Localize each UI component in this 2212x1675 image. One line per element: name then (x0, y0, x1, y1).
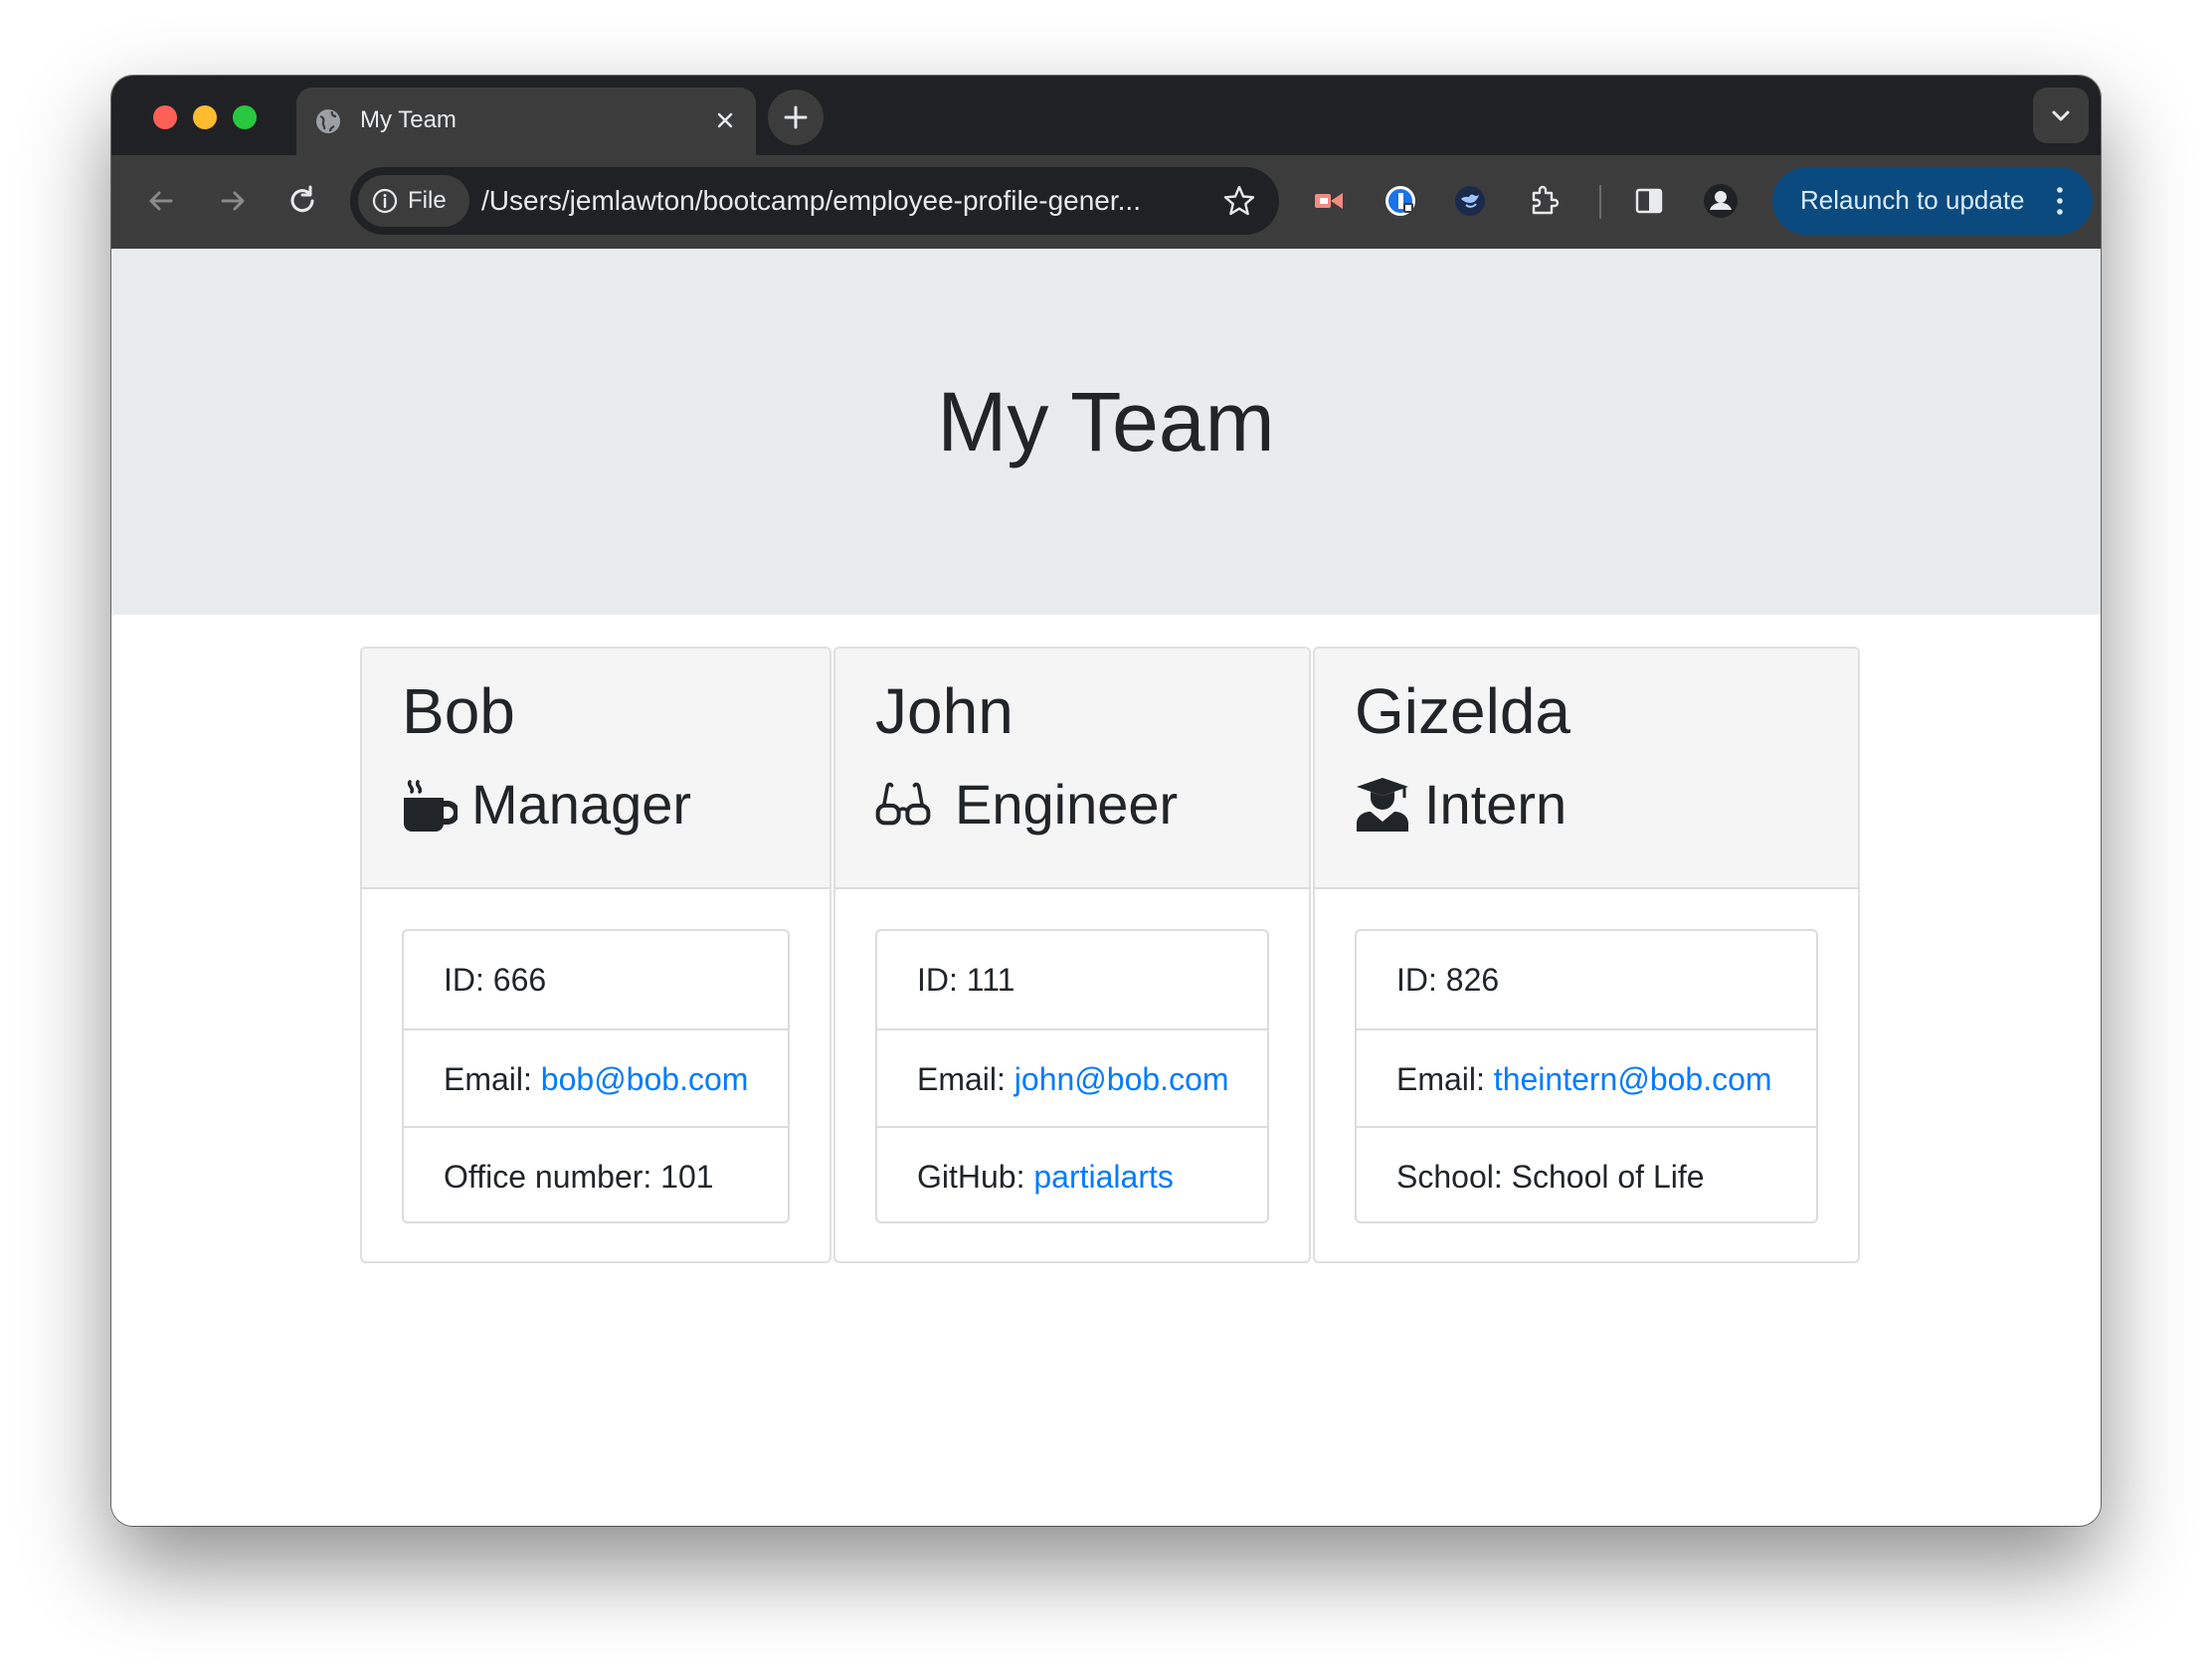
email-link[interactable]: theintern@bob.com (1494, 1061, 1772, 1097)
forward-arrow-icon[interactable] (213, 181, 253, 221)
email-link[interactable]: john@bob.com (1014, 1061, 1229, 1097)
school-label: School: School of Life (1396, 1159, 1705, 1195)
details-list: ID: 111 Email: john@bob.com GitHub: part… (875, 929, 1269, 1223)
side-panel-icon[interactable] (1627, 179, 1671, 223)
employee-id: ID: 666 (444, 962, 547, 998)
list-item-email: Email: bob@bob.com (404, 1028, 788, 1126)
globe-icon (316, 109, 340, 133)
chevron-down-icon (2052, 110, 2070, 121)
chip-label: File (408, 187, 447, 214)
address-bar[interactable]: File /Users/jemlawton/bootcamp/employee-… (350, 167, 1279, 235)
employee-card-gizelda: Gizelda Intern ID: 826 Email: theintern@… (1313, 647, 1860, 1263)
glasses-icon (875, 782, 931, 826)
puzzle-extensions-icon[interactable] (1522, 179, 1566, 223)
list-item-id: ID: 826 (1357, 931, 1816, 1028)
employee-role: Intern (1424, 773, 1567, 836)
bookmark-star-icon[interactable] (1221, 183, 1257, 219)
url-text[interactable]: /Users/jemlawton/bootcamp/employee-profi… (481, 185, 1207, 217)
list-item-email: Email: theintern@bob.com (1357, 1028, 1816, 1126)
maximize-window-button[interactable] (233, 105, 257, 129)
employee-name: Bob (402, 675, 515, 747)
card-header: John Engineer (835, 649, 1309, 889)
page-title: My Team (937, 375, 1275, 468)
mug-hot-icon (404, 780, 458, 832)
email-label: Email: (444, 1061, 541, 1097)
toolbar-divider (1599, 185, 1601, 219)
tab-my-team[interactable]: My Team (296, 88, 756, 155)
email-label: Email: (1396, 1061, 1494, 1097)
password-manager-icon[interactable] (1379, 179, 1422, 223)
email-link[interactable]: bob@bob.com (541, 1061, 749, 1097)
email-label: Email: (917, 1061, 1014, 1097)
browser-window: My Team File /Users/jemlawton/bootcamp/e… (111, 76, 2101, 1526)
back-arrow-icon[interactable] (141, 181, 181, 221)
toolbar: File /Users/jemlawton/bootcamp/employee-… (111, 155, 2101, 249)
office-number: Office number: 101 (444, 1159, 714, 1195)
close-tab-icon[interactable] (710, 105, 740, 135)
employee-id: ID: 826 (1396, 962, 1500, 998)
close-window-button[interactable] (153, 105, 177, 129)
employee-card-john: John Engineer ID: 111 Email: john@bob.co… (833, 647, 1311, 1263)
list-item-id: ID: 666 (404, 931, 788, 1028)
github-label: GitHub: (917, 1159, 1034, 1195)
site-info-chip[interactable]: File (358, 175, 469, 227)
tab-search-button[interactable] (2033, 88, 2089, 143)
employee-id: ID: 111 (917, 962, 1015, 998)
details-list: ID: 826 Email: theintern@bob.com School:… (1355, 929, 1818, 1223)
user-graduate-icon (1357, 778, 1408, 832)
relaunch-label: Relaunch to update (1800, 185, 2025, 215)
page-content: My Team Bob Manager ID: 666 Email: bob@b… (111, 249, 2101, 1526)
more-vert-icon (2057, 187, 2063, 215)
details-list: ID: 666 Email: bob@bob.com Office number… (402, 929, 790, 1223)
card-header: Bob Manager (362, 649, 830, 889)
employee-card-bob: Bob Manager ID: 666 Email: bob@bob.com O… (360, 647, 831, 1263)
info-icon (372, 188, 398, 214)
reload-icon[interactable] (282, 181, 322, 221)
github-link[interactable]: partialarts (1033, 1159, 1174, 1195)
plus-icon (784, 105, 808, 129)
tab-title: My Team (360, 106, 457, 133)
employee-name: Gizelda (1355, 675, 1570, 747)
list-item-office: Office number: 101 (404, 1126, 788, 1223)
minimize-window-button[interactable] (193, 105, 217, 129)
relaunch-to-update-button[interactable]: Relaunch to update (1772, 167, 2093, 235)
new-tab-button[interactable] (768, 90, 824, 145)
list-item-id: ID: 111 (877, 931, 1267, 1028)
list-item-email: Email: john@bob.com (877, 1028, 1267, 1126)
employee-role: Engineer (955, 773, 1179, 836)
profile-avatar-icon[interactable] (1699, 179, 1743, 223)
employee-name: John (875, 675, 1014, 747)
employee-role: Manager (471, 773, 692, 836)
header-jumbotron: My Team (111, 249, 2101, 615)
video-extension-icon[interactable] (1307, 179, 1351, 223)
tab-bar: My Team (111, 76, 2101, 155)
bird-extension-icon[interactable] (1448, 179, 1492, 223)
list-item-github: GitHub: partialarts (877, 1126, 1267, 1223)
list-item-school: School: School of Life (1357, 1126, 1816, 1223)
card-header: Gizelda Intern (1315, 649, 1858, 889)
